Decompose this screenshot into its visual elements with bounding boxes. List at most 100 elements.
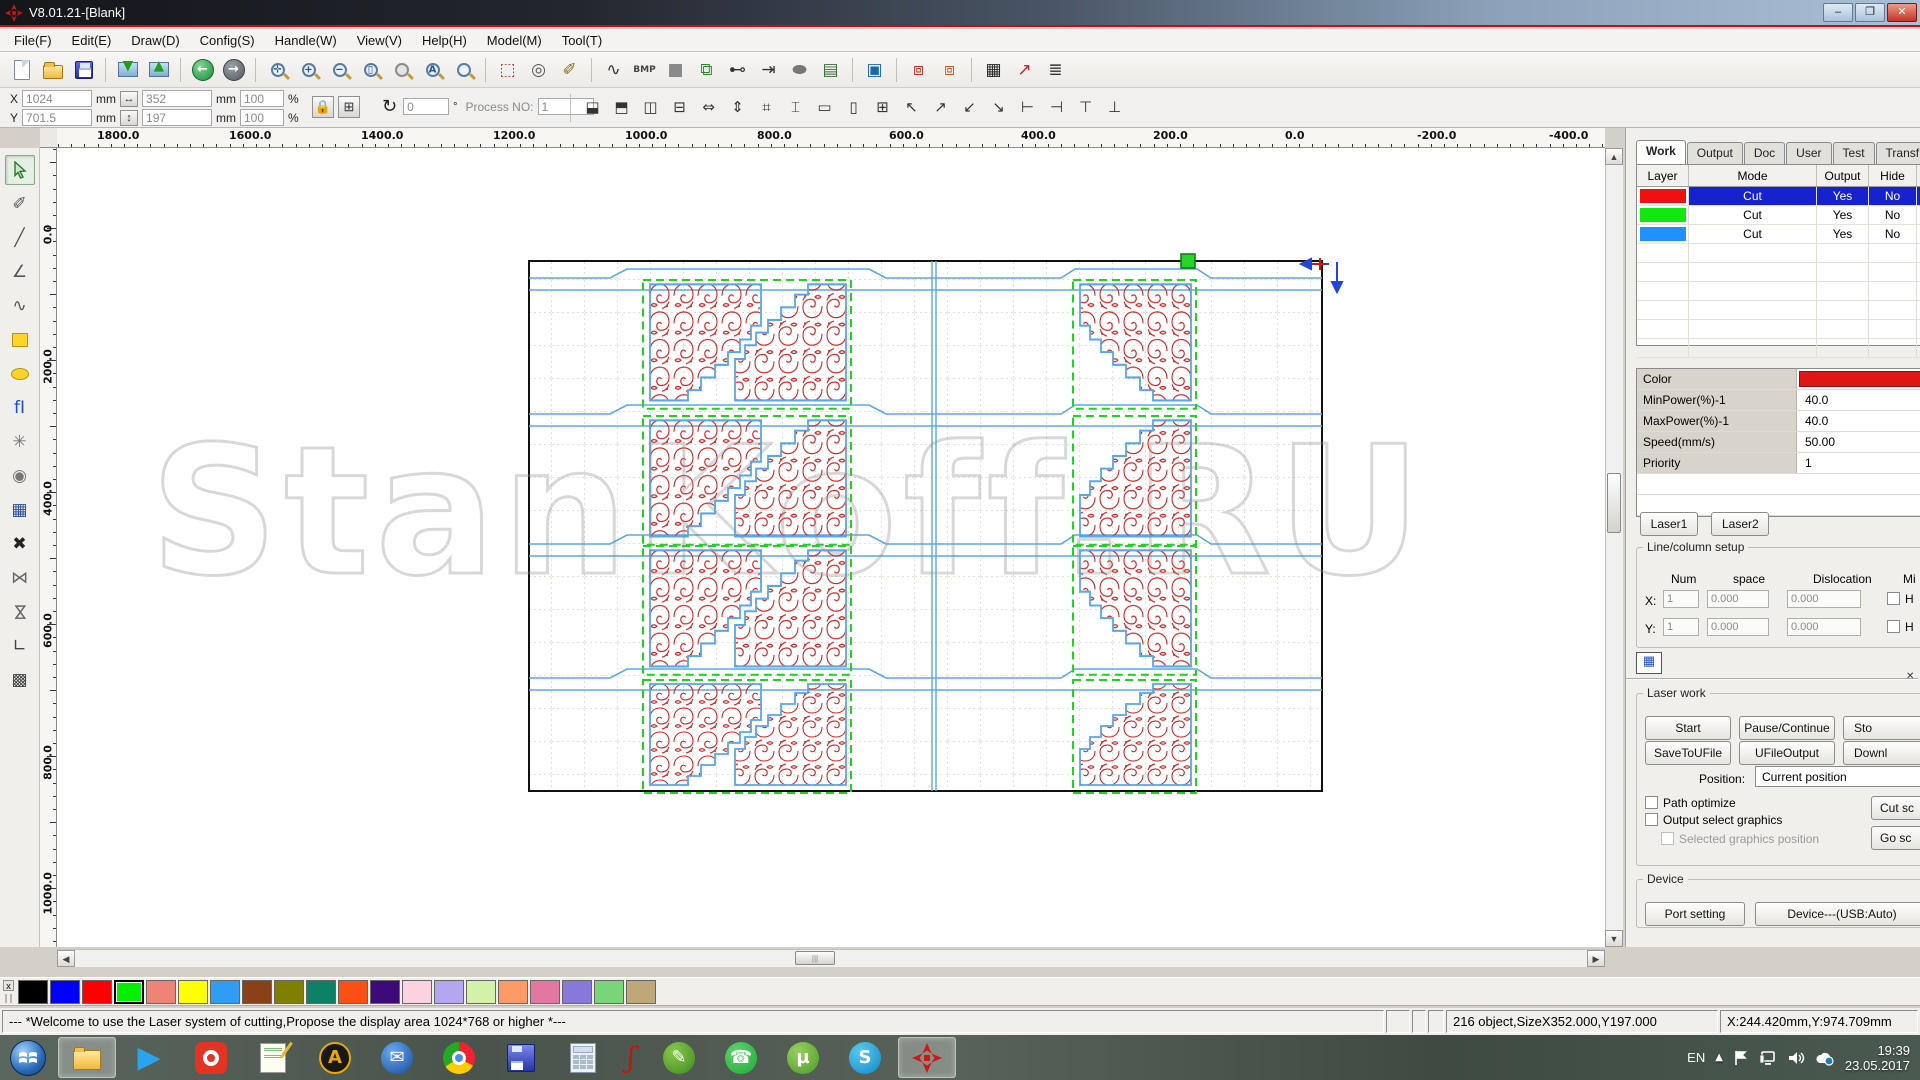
scale-y-field[interactable] [240, 109, 284, 126]
edge-top-icon[interactable]: ⊤ [1071, 94, 1100, 120]
virtual-array-tool[interactable]: ▩ [5, 665, 35, 695]
pen-edit-icon[interactable]: ✐ [556, 56, 583, 83]
grid-array-tool[interactable]: ▦ [5, 495, 35, 525]
menu-edit[interactable]: Edit(E) [62, 31, 122, 50]
scroll-left-button[interactable]: ◀ [57, 950, 75, 967]
bezier-tool[interactable]: ∿ [5, 291, 35, 321]
checklist-icon[interactable]: ▤ [817, 56, 844, 83]
palette-color-12[interactable] [402, 980, 432, 1004]
size-table-button[interactable]: ⊞ [338, 96, 360, 118]
palette-color-14[interactable] [466, 980, 496, 1004]
property-row[interactable]: Speed(mm/s)50.00 [1637, 432, 1920, 453]
language-indicator[interactable]: EN [1687, 1050, 1705, 1065]
laser1-button[interactable]: Laser1 [1640, 512, 1698, 536]
menu-file[interactable]: File(F) [4, 31, 62, 50]
cut-scale-button[interactable]: Cut sc [1871, 796, 1920, 820]
link-width-button[interactable]: ↔ [120, 91, 138, 107]
x-space-field[interactable] [1707, 590, 1769, 608]
zoom-default-icon[interactable] [450, 56, 477, 83]
palette-color-10[interactable] [338, 980, 368, 1004]
frame-select-icon[interactable]: ⬚ [494, 56, 521, 83]
menu-model[interactable]: Model(M) [477, 31, 552, 50]
utorrent[interactable]: µ [774, 1037, 832, 1078]
array-output-1-icon[interactable]: ⧈ [905, 56, 932, 83]
point-tool[interactable]: ✳ [5, 427, 35, 457]
fill-square-icon[interactable]: ■ [662, 56, 689, 83]
save-file-icon[interactable] [70, 56, 97, 83]
polyline-tool[interactable]: ∠ [5, 257, 35, 287]
zoom-select-icon[interactable]: A [419, 56, 446, 83]
menu-handle[interactable]: Handle(W) [265, 31, 347, 50]
action-center-flag-icon[interactable] [1733, 1050, 1749, 1066]
notepad-plus[interactable] [244, 1037, 302, 1078]
dock-close-icon[interactable]: ✕ [1906, 671, 1914, 682]
scale-x-field[interactable] [240, 90, 284, 107]
palette-color-4[interactable] [146, 980, 176, 1004]
palette-color-17[interactable] [562, 980, 592, 1004]
contour-tool-icon[interactable]: ⬬ [786, 56, 813, 83]
palette-color-18[interactable] [594, 980, 624, 1004]
tab-work[interactable]: Work [1636, 140, 1686, 164]
pause-continue-button[interactable]: Pause/Continue [1739, 716, 1835, 740]
space-down-icon[interactable]: ⇕ [723, 94, 752, 120]
menu-help[interactable]: Help(H) [412, 31, 477, 50]
horizontal-scrollbar[interactable]: ◀ ▶ ||| [57, 949, 1605, 967]
space-across-icon[interactable]: ⇔ [694, 94, 723, 120]
vscroll-thumb[interactable] [1607, 473, 1621, 533]
palette-color-15[interactable] [498, 980, 528, 1004]
palette-color-11[interactable] [370, 980, 400, 1004]
zoom-page-icon[interactable]: ▯ [357, 56, 384, 83]
rdworks[interactable] [898, 1037, 956, 1078]
scroll-right-button[interactable]: ▶ [1587, 950, 1605, 967]
laser2-button[interactable]: Laser2 [1711, 512, 1769, 536]
moveto-tool-icon[interactable]: ⇥ [755, 56, 782, 83]
same-height-icon[interactable]: ▯ [839, 94, 868, 120]
save-tool[interactable] [492, 1037, 550, 1078]
ellipse-tool[interactable] [5, 359, 35, 389]
panel-splitter[interactable] [1626, 678, 1918, 680]
same-size-icon[interactable]: ⊞ [868, 94, 897, 120]
mirror-h-tool[interactable]: ⋈ [5, 563, 35, 593]
edge-bottom-icon[interactable]: ⊥ [1100, 94, 1129, 120]
palette-color-0[interactable] [18, 980, 48, 1004]
vertical-scrollbar[interactable]: ▲ ▼ [1605, 148, 1623, 947]
palette-drag-handle[interactable] [5, 994, 12, 1003]
line-left-icon[interactable]: ↙ [955, 94, 984, 120]
tab-test[interactable]: Test [1833, 142, 1875, 164]
select-tool[interactable] [5, 155, 35, 185]
path-optimize-checkbox[interactable] [1645, 796, 1658, 809]
capture-tool[interactable]: ◉ [5, 461, 35, 491]
same-width-icon[interactable]: ▭ [810, 94, 839, 120]
volume-icon[interactable] [1787, 1050, 1805, 1066]
x-position-field[interactable] [22, 90, 92, 107]
palette-color-2[interactable] [82, 980, 112, 1004]
preview-monitor-icon[interactable]: ▣ [861, 56, 888, 83]
palette-color-5[interactable] [178, 980, 208, 1004]
zoom-in-icon[interactable]: + [295, 56, 322, 83]
layer-row[interactable]: CutYesNo [1637, 187, 1920, 206]
minimize-button[interactable]: – [1823, 3, 1853, 22]
close-button[interactable]: ✕ [1887, 3, 1917, 22]
same-v-space-icon[interactable]: ⌶ [781, 94, 810, 120]
menu-view[interactable]: View(V) [347, 31, 412, 50]
new-file-icon[interactable] [8, 56, 35, 83]
text-tool[interactable]: fI [5, 393, 35, 423]
align-middle-v-icon[interactable]: ◫ [636, 94, 665, 120]
open-file-icon[interactable] [39, 56, 66, 83]
rotate-field[interactable] [403, 98, 449, 115]
go-scale-button[interactable]: Go sc [1871, 826, 1920, 850]
port-setting-button[interactable]: Port setting [1645, 902, 1745, 926]
rect-tool[interactable] [5, 325, 35, 355]
palette-color-8[interactable] [274, 980, 304, 1004]
thunderbird[interactable]: ✉ [368, 1037, 426, 1078]
tab-transform[interactable]: Transf [1876, 142, 1920, 164]
line-tool[interactable]: ╱ [5, 223, 35, 253]
device-select-button[interactable]: Device---(USB:Auto) [1755, 902, 1920, 926]
align-bottom-icon[interactable]: ⬓ [578, 94, 607, 120]
curve-tool-icon[interactable]: ∿ [600, 56, 627, 83]
node-select-icon[interactable]: ◎ [525, 56, 552, 83]
palette-color-7[interactable] [242, 980, 272, 1004]
line-right-icon[interactable]: ↘ [984, 94, 1013, 120]
flame-app[interactable]: ʃ [616, 1037, 646, 1078]
network-icon[interactable] [1759, 1050, 1777, 1066]
